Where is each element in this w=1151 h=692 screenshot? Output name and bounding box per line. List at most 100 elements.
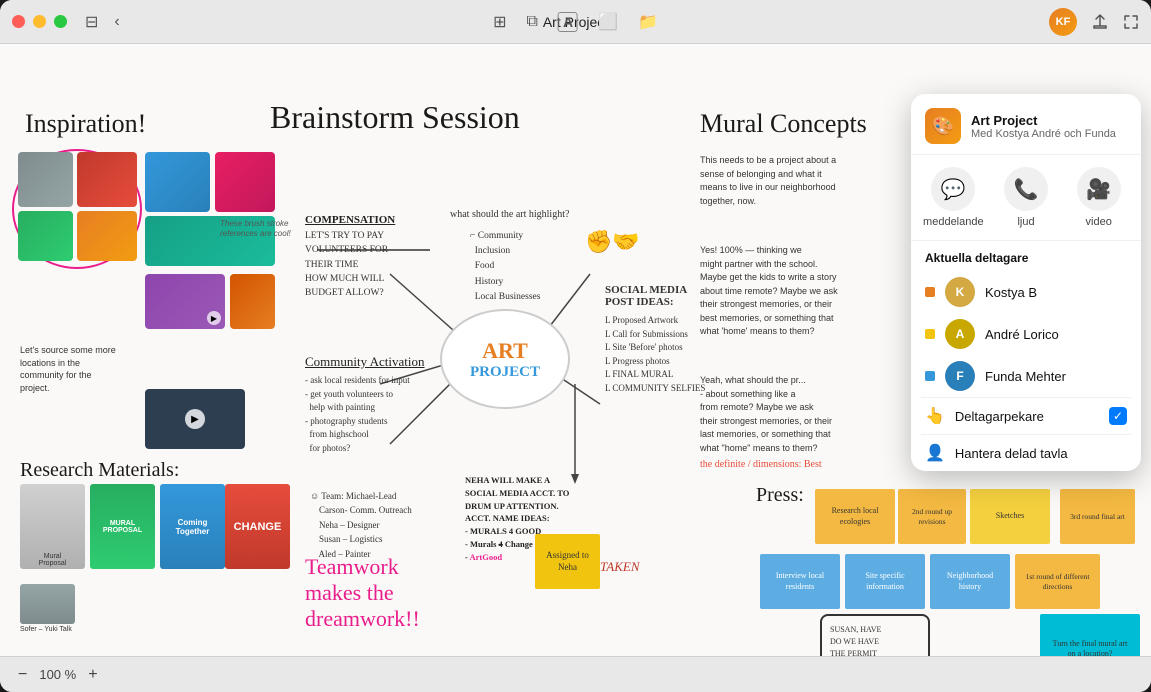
zoom-in-button[interactable]: + <box>82 664 103 686</box>
compensation-header: COMPENSATION <box>305 214 395 226</box>
close-button[interactable]: × <box>12 15 25 28</box>
sticky-sketches[interactable]: Sketches <box>970 489 1050 544</box>
participant-pointer-toggle[interactable]: 👆 Deltagarpekare ✓ <box>911 398 1141 434</box>
andre-avatar: A <box>945 319 975 349</box>
participant-andre[interactable]: A André Lorico <box>911 313 1141 355</box>
art-highlight-question: what should the art highlight? <box>450 209 569 220</box>
canvas-area[interactable]: Inspiration! ▶ These brush stroke refere… <box>0 44 1151 656</box>
user-avatar[interactable]: KF <box>1049 8 1077 36</box>
sticky-neighborhood[interactable]: Neighborhood history <box>930 554 1010 609</box>
zoom-level: 100 % <box>39 667 76 682</box>
kostya-avatar: K <box>945 277 975 307</box>
book-2[interactable]: MURALPROPOSAL <box>90 484 155 569</box>
compensation-text: LET'S TRY TO PAYVOLUNTEERS FORTHEIR TIME… <box>305 229 388 300</box>
brush-strokes-note: These brush stroke references are cool! <box>220 219 295 240</box>
photo-6[interactable] <box>215 152 275 212</box>
pointer-label: Deltagarpekare <box>955 409 1099 424</box>
traffic-lights: × − + <box>12 15 67 28</box>
video-label: video <box>1086 216 1112 228</box>
manage-board-toggle[interactable]: 👤 Hantera delad tavla <box>911 435 1141 471</box>
collab-title: Art Project <box>971 113 1116 128</box>
toolbar-center: ⊞ ⧉ A ⬜ 📁 <box>493 12 658 32</box>
book-small[interactable] <box>20 584 75 624</box>
sticky-3rd-round[interactable]: 3rd round final art <box>1060 489 1135 544</box>
toolbar-right: KF <box>1049 8 1139 36</box>
assigned-sticky[interactable]: Assigned toNeha <box>535 534 600 589</box>
dimensions-note: the definite / dimensions: Best <box>700 459 822 470</box>
photo-1[interactable] <box>18 152 73 207</box>
sticky-research-ecologies[interactable]: Research local ecologies <box>815 489 895 544</box>
minimize-button[interactable]: − <box>33 15 46 28</box>
research-title: Research Materials: <box>20 459 179 482</box>
mural-text-3: Yeah, what should the pr...- about somet… <box>700 374 832 455</box>
sidebar-toggle[interactable]: ⊟ <box>79 10 104 34</box>
fullscreen-icon[interactable] <box>1123 14 1139 30</box>
book-3[interactable]: ComingTogether <box>160 484 225 569</box>
photo-9[interactable] <box>230 274 275 329</box>
image-icon[interactable]: ⬜ <box>598 12 618 32</box>
grid-view-icon[interactable]: ⊞ <box>493 12 506 32</box>
book-label: Sofer – Yuki Talk <box>20 626 72 633</box>
photo-3[interactable] <box>18 211 73 261</box>
kostya-name: Kostya B <box>985 285 1037 300</box>
zoom-out-button[interactable]: − <box>12 664 33 686</box>
audio-label: ljud <box>1017 216 1034 228</box>
photo-5[interactable] <box>145 152 210 212</box>
sticky-site-specific[interactable]: Site specific information <box>845 554 925 609</box>
maximize-button[interactable]: + <box>54 15 67 28</box>
change-book[interactable]: CHANGE <box>225 484 290 569</box>
funda-name: Funda Mehter <box>985 369 1066 384</box>
share-icon[interactable] <box>1091 13 1109 31</box>
action-video[interactable]: 🎥 video <box>1066 167 1131 228</box>
susan-note: SUSAN, HAVEDO WE HAVETHE PERMITPAPERWORK… <box>820 614 930 656</box>
kostya-indicator <box>925 287 935 297</box>
video-thumb[interactable]: ▶ <box>145 389 245 449</box>
back-button[interactable]: ‹ <box>108 10 125 34</box>
copy-icon[interactable]: ⧉ <box>527 13 538 31</box>
mural-text: This needs to be a project about asense … <box>700 154 836 208</box>
participants-section-title: Aktuella deltagare <box>911 241 1141 271</box>
community-activation: Community Activation <box>305 354 425 370</box>
highlights-list: ⌐ Community Inclusion Food History Local… <box>470 229 540 305</box>
pointer-checkbox[interactable]: ✓ <box>1109 407 1127 425</box>
highlights-emoji: ✊🤝 <box>585 229 640 255</box>
collab-panel: 🎨 Art Project Med Kostya André och Funda… <box>911 94 1141 471</box>
photo-8[interactable]: ▶ <box>145 274 225 329</box>
text-icon[interactable]: A <box>558 12 578 32</box>
action-audio[interactable]: 📞 ljud <box>994 167 1059 228</box>
art-project-center: ART PROJECT <box>440 309 570 409</box>
collab-subtitle: Med Kostya André och Funda <box>971 128 1116 140</box>
team-list: ☺ Team: Michael-Lead Carson- Comm. Outre… <box>310 489 412 561</box>
community-text: - ask local residents for input - get yo… <box>305 374 410 455</box>
book-1[interactable]: MuralProposal <box>20 484 85 569</box>
collab-actions: 💬 meddelande 📞 ljud 🎥 video <box>911 155 1141 241</box>
funda-indicator <box>925 371 935 381</box>
press-title: Press: <box>756 484 804 507</box>
sticky-interview[interactable]: Interview local residents <box>760 554 840 609</box>
inspiration-title: Inspiration! <box>25 109 146 139</box>
brainstorm-title: Brainstorm Session <box>270 99 520 136</box>
sticky-turn-final[interactable]: Turn the final mural art on a location? <box>1040 614 1140 656</box>
message-label: meddelande <box>923 216 984 228</box>
sticky-1st-round[interactable]: 1st round of different directions <box>1015 554 1100 609</box>
pointer-icon: 👆 <box>925 406 945 426</box>
photo-2[interactable] <box>77 152 137 207</box>
funda-avatar: F <box>945 361 975 391</box>
participant-funda[interactable]: F Funda Mehter <box>911 355 1141 397</box>
participant-kostya[interactable]: K Kostya B <box>911 271 1141 313</box>
board-icon: 👤 <box>925 443 945 463</box>
action-message[interactable]: 💬 meddelande <box>921 167 986 228</box>
board-label: Hantera delad tavla <box>955 446 1127 461</box>
andre-name: André Lorico <box>985 327 1059 342</box>
photo-4[interactable] <box>77 211 137 261</box>
collab-header: 🎨 Art Project Med Kostya André och Funda <box>911 94 1141 155</box>
video-icon: 🎥 <box>1077 167 1121 211</box>
audio-icon: 📞 <box>1004 167 1048 211</box>
bottombar: − 100 % + <box>0 656 1151 692</box>
social-ideas-list: L Proposed Artwork L Call for Submission… <box>605 314 705 395</box>
sticky-2nd-round[interactable]: 2nd round up revisions <box>898 489 966 544</box>
social-media-header: SOCIAL MEDIAPOST IDEAS: <box>605 284 687 308</box>
mural-text-2: Yes! 100% — thinking wemight partner wit… <box>700 244 838 339</box>
andre-indicator <box>925 329 935 339</box>
folder-icon[interactable]: 📁 <box>638 12 658 32</box>
